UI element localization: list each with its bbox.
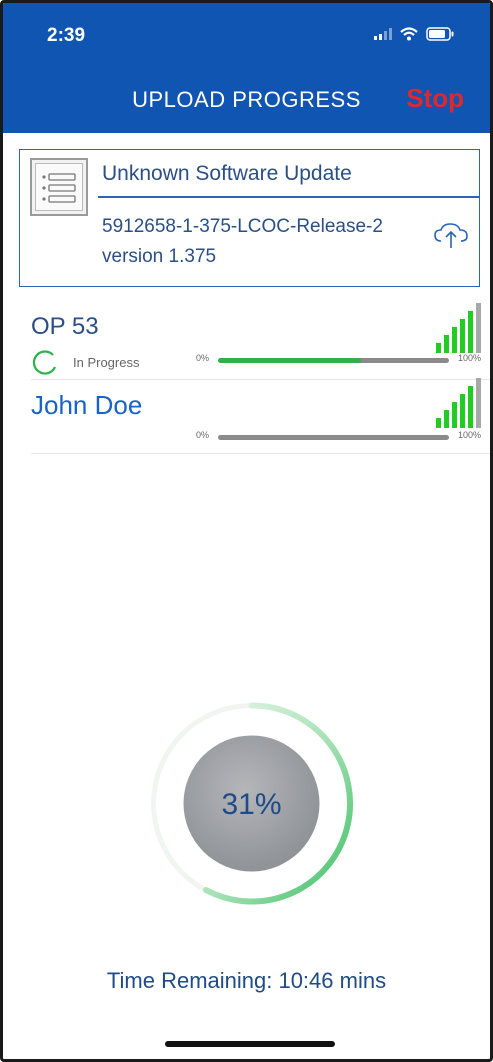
- device-status: In Progress: [73, 355, 140, 370]
- device-name: OP 53: [31, 313, 99, 340]
- phone-screen: 2:39 UPLOAD PROGRESS Stop Unknown Softwa…: [0, 0, 493, 1062]
- progress-track: [218, 435, 449, 440]
- divider: [98, 196, 479, 198]
- cellular-signal-icon: [374, 28, 392, 40]
- battery-icon: [426, 27, 454, 41]
- upload-icon[interactable]: [433, 220, 469, 250]
- progress-track: [218, 358, 449, 363]
- stop-button[interactable]: Stop: [406, 83, 464, 114]
- signal-strength-icon: [436, 378, 481, 428]
- divider: [31, 379, 490, 380]
- signal-bar: [436, 418, 441, 428]
- signal-bar: [444, 335, 449, 353]
- progress-min-label: 0%: [196, 430, 210, 440]
- package-version: version 1.375: [102, 246, 217, 267]
- app-header: 2:39 UPLOAD PROGRESS Stop: [3, 3, 490, 133]
- wifi-icon: [400, 27, 418, 41]
- signal-bar: [476, 303, 481, 353]
- divider: [31, 453, 490, 454]
- signal-bar: [468, 311, 473, 353]
- progress-fill: [218, 358, 362, 363]
- package-title: Unknown Software Update: [102, 162, 352, 185]
- document-list-icon: [30, 158, 88, 216]
- device-row-john-doe[interactable]: John Doe 0% 100%: [31, 378, 481, 452]
- signal-bar: [436, 343, 441, 353]
- progress-min-label: 0%: [196, 353, 210, 363]
- package-name: 5912658-1-375-LCOC-Release-2: [102, 216, 383, 237]
- overall-percent: 31%: [221, 788, 281, 821]
- progress-max-label: 100%: [457, 353, 481, 363]
- device-progress: 0% 100%: [196, 430, 481, 444]
- signal-bar: [468, 386, 473, 428]
- signal-bar: [460, 394, 465, 428]
- signal-bar: [460, 319, 465, 353]
- device-name: John Doe: [31, 390, 143, 420]
- overall-progress-gauge: 31%: [151, 702, 354, 905]
- signal-bar: [476, 378, 481, 428]
- signal-strength-icon: [436, 303, 481, 353]
- status-time: 2:39: [47, 25, 86, 46]
- update-package-card[interactable]: Unknown Software Update 5912658-1-375-LC…: [19, 149, 480, 287]
- device-progress: 0% 100%: [196, 353, 481, 367]
- progress-max-label: 100%: [457, 430, 481, 440]
- device-row-op53[interactable]: OP 53 In Progress 0% 100%: [31, 303, 481, 379]
- time-remaining: Time Remaining: 10:46 mins: [106, 968, 387, 993]
- signal-bar: [452, 402, 457, 428]
- signal-bar: [444, 410, 449, 428]
- home-indicator[interactable]: [165, 1041, 335, 1047]
- signal-bar: [452, 327, 457, 353]
- status-icons: [374, 27, 454, 41]
- spinner-icon: [32, 350, 57, 375]
